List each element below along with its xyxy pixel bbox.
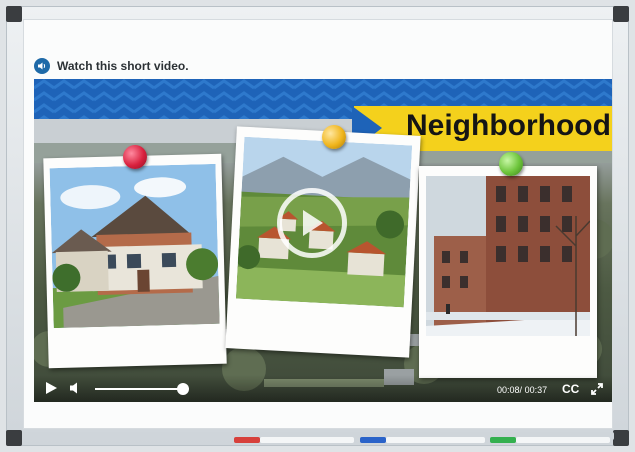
pushpin-red <box>123 145 147 169</box>
instruction-text: Watch this short video. <box>57 59 189 73</box>
frame-corner-top-left <box>6 6 22 22</box>
marker-red <box>234 437 354 443</box>
video-title: Neighborhood <box>406 109 611 142</box>
time-separator: / <box>519 385 523 395</box>
current-time: 00:08 <box>497 385 520 395</box>
frame-corner-bottom-left <box>6 430 22 446</box>
fullscreen-button[interactable] <box>590 382 604 396</box>
frame-corner-bottom-right <box>613 430 629 446</box>
instruction-row: Watch this short video. <box>34 58 189 74</box>
play-overlay-icon <box>303 210 323 236</box>
photo-city-street <box>419 166 597 378</box>
video-player[interactable]: Neighborhood 00:08/ 00:37 CC <box>34 79 612 402</box>
mute-button[interactable] <box>69 381 83 395</box>
progress-track[interactable] <box>95 388 183 390</box>
cc-button[interactable]: CC <box>562 382 579 396</box>
house-image <box>49 163 220 329</box>
play-icon <box>46 382 57 394</box>
fullscreen-icon <box>591 383 603 395</box>
mute-icon <box>70 382 77 394</box>
street-image <box>426 176 590 336</box>
marker-cap <box>360 437 386 443</box>
video-controls-bar: 00:08/ 00:37 CC <box>34 375 612 402</box>
marker-blue <box>360 437 485 443</box>
cc-icon: CC <box>562 382 580 396</box>
marker-cap <box>234 437 260 443</box>
pushpin-yellow <box>322 125 346 149</box>
volume-icon[interactable] <box>34 58 50 74</box>
frame-corner-top-right <box>613 6 629 22</box>
marker-cap <box>490 437 516 443</box>
play-overlay-button[interactable] <box>277 188 347 258</box>
pushpin-green <box>499 152 523 176</box>
marker-green <box>490 437 610 443</box>
duration: 00:37 <box>524 385 548 395</box>
photo-suburban-house <box>43 153 227 369</box>
play-button[interactable] <box>44 381 58 395</box>
progress-scrubber[interactable] <box>177 383 189 395</box>
time-display: 00:08/ 00:37 <box>497 385 547 395</box>
